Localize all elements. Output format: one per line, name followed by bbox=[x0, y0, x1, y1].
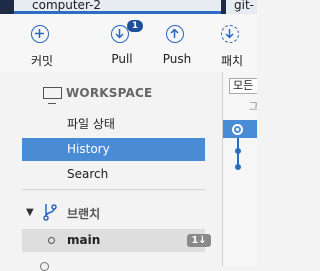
history-pane: 모든 그 bbox=[222, 72, 257, 266]
toolbar: 커밋 1 Pull Push 패치 bbox=[0, 14, 257, 73]
branch-dot-icon bbox=[48, 237, 55, 244]
branch-name: main bbox=[67, 233, 101, 247]
tag-icon[interactable] bbox=[40, 262, 49, 271]
sidebar-item-file-status[interactable]: 파일 상태 bbox=[22, 113, 205, 136]
branch-item-main[interactable]: main 1↓ bbox=[22, 229, 211, 252]
graph-header-text: 그 bbox=[249, 98, 257, 113]
branch-behind-badge: 1↓ bbox=[187, 234, 211, 247]
commit-node-icon[interactable] bbox=[235, 164, 241, 170]
branches-label: 브랜치 bbox=[67, 207, 101, 221]
graph-column-header: 그 bbox=[223, 98, 257, 113]
pull-label: Pull bbox=[111, 52, 133, 66]
pull-count-badge: 1 bbox=[127, 20, 143, 32]
sidebar: WORKSPACE 파일 상태 History Search ▼ 브랜치 mai… bbox=[0, 72, 222, 271]
sidebar-item-search[interactable]: Search bbox=[22, 163, 205, 186]
plus-icon bbox=[31, 25, 49, 43]
fetch-icon bbox=[221, 25, 239, 43]
push-label: Push bbox=[162, 52, 192, 66]
workspace-label: WORKSPACE bbox=[66, 86, 153, 100]
monitor-icon bbox=[43, 87, 62, 104]
commit-label: 커밋 bbox=[30, 54, 54, 68]
sidebar-item-history[interactable]: History bbox=[22, 138, 205, 161]
tab-computer-2[interactable]: computer-2 bbox=[14, 0, 221, 14]
branch-icon bbox=[41, 203, 59, 225]
tab-git[interactable]: git- bbox=[226, 0, 257, 14]
branches-section-header[interactable]: ▼ 브랜치 bbox=[22, 202, 205, 222]
branch-filter-select[interactable]: 모든 bbox=[229, 78, 257, 94]
chevron-down-icon[interactable]: ▼ bbox=[26, 207, 34, 218]
commit-node-icon bbox=[232, 124, 243, 135]
fetch-label: 패치 bbox=[220, 54, 244, 68]
sidebar-divider bbox=[22, 189, 205, 190]
tab-bar: computer-2 git- bbox=[0, 0, 257, 14]
commit-node-icon[interactable] bbox=[235, 148, 241, 154]
arrow-up-icon bbox=[166, 25, 184, 43]
